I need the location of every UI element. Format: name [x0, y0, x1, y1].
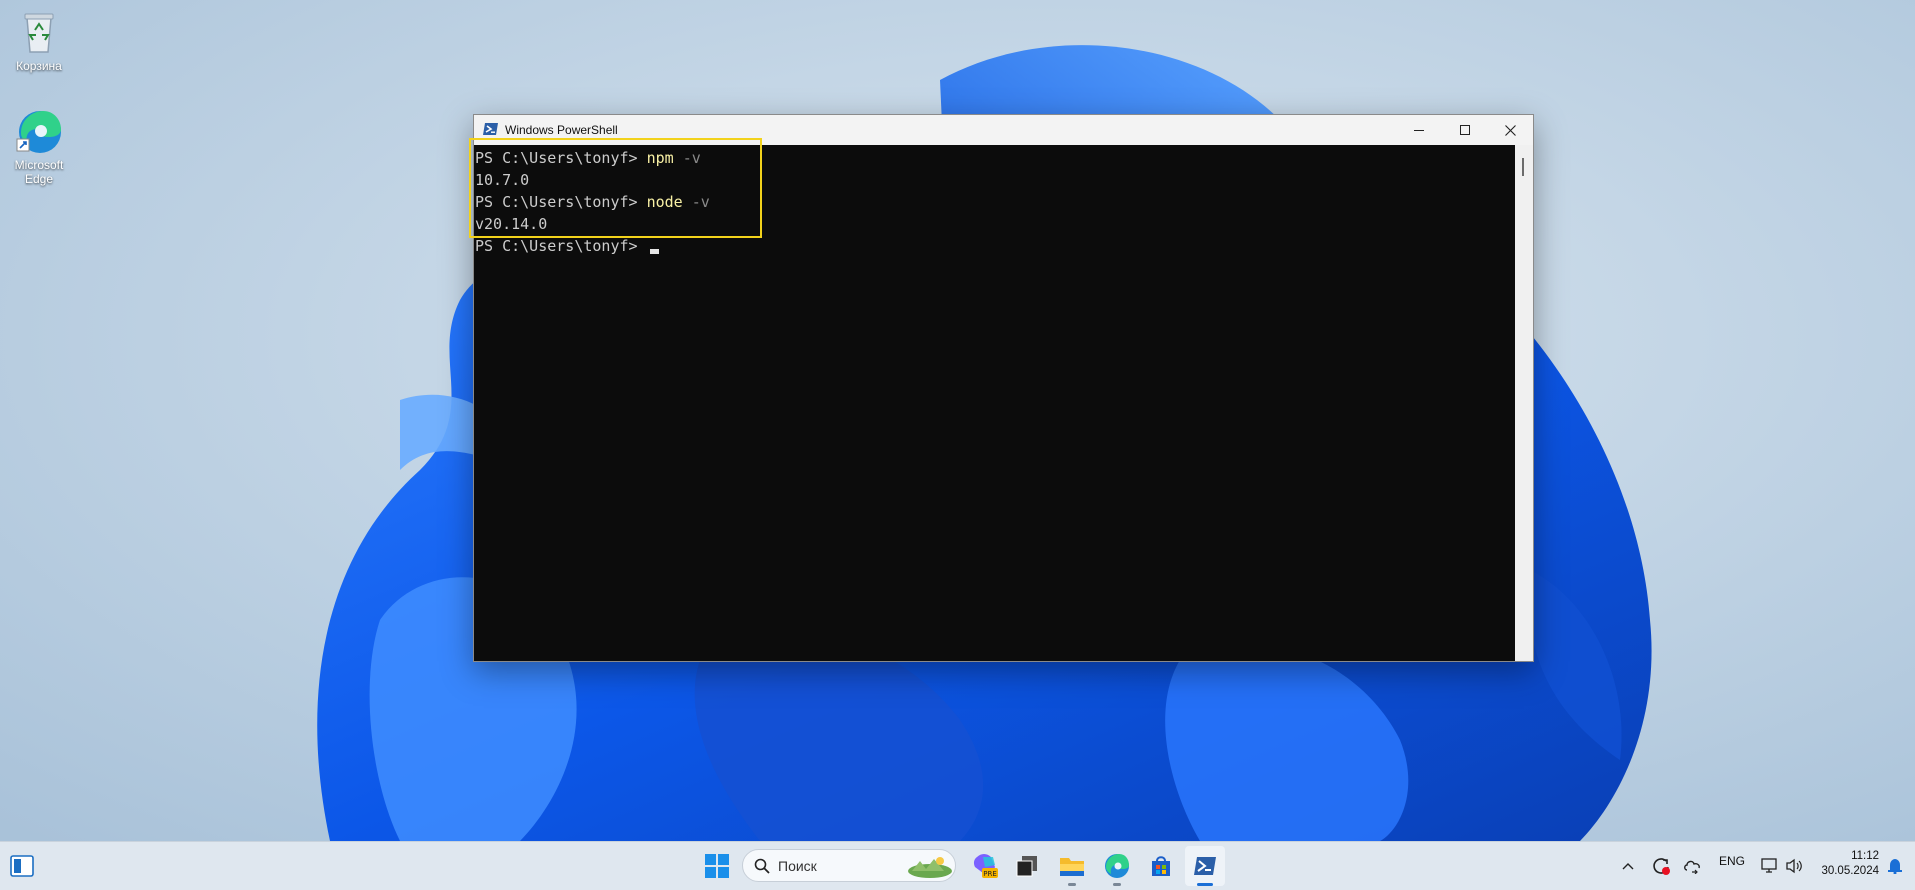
store-button[interactable] — [1141, 846, 1181, 886]
network-sync-icon — [1684, 860, 1700, 874]
notifications-button[interactable] — [1880, 846, 1910, 886]
edge-taskbar-button[interactable] — [1097, 846, 1137, 886]
widgets-button[interactable] — [2, 846, 42, 886]
minimize-button[interactable] — [1396, 115, 1442, 145]
prompt-text: PS C:\Users\tonyf> — [475, 237, 647, 255]
running-indicator — [1113, 883, 1121, 886]
svg-text:PRE: PRE — [983, 870, 997, 878]
powershell-taskbar-button[interactable] — [1185, 846, 1225, 886]
powershell-icon — [1194, 857, 1216, 875]
desktop-icon-label: Корзина — [16, 59, 62, 73]
desktop-icon-edge[interactable]: Microsoft Edge — [0, 107, 78, 186]
search-highlight-icon — [908, 857, 952, 878]
search-placeholder: Поиск — [778, 858, 817, 874]
desktop-icon-recycle-bin[interactable]: Корзина — [0, 8, 78, 73]
window-title: Windows PowerShell — [505, 123, 618, 137]
edge-icon — [15, 107, 63, 155]
taskbar: Поиск PRE ENG 11:12 30.05.2024 — [0, 841, 1915, 890]
copilot-button[interactable]: PRE — [965, 846, 1005, 886]
volume-icon — [1786, 858, 1802, 874]
close-icon — [1504, 124, 1516, 136]
powershell-icon — [483, 123, 498, 135]
chevron-up-icon — [1622, 863, 1634, 870]
task-view-button[interactable] — [1007, 846, 1047, 886]
show-hidden-icons-button[interactable] — [1610, 846, 1646, 886]
vertical-scrollbar[interactable] — [1515, 145, 1533, 661]
search-icon — [754, 858, 770, 874]
running-indicator — [1068, 883, 1076, 886]
maximize-button[interactable] — [1442, 115, 1488, 145]
store-icon — [1152, 856, 1170, 876]
maximize-icon — [1460, 125, 1470, 135]
close-button[interactable] — [1487, 115, 1533, 145]
file-explorer-icon — [1060, 858, 1084, 876]
copilot-icon: PRE — [973, 854, 998, 878]
minimize-icon — [1414, 130, 1424, 131]
clock-date: 30.05.2024 — [1821, 865, 1879, 877]
console-line: PS C:\Users\tonyf> — [475, 235, 659, 257]
clock-time: 11:12 — [1851, 850, 1879, 862]
bell-icon — [1888, 859, 1902, 874]
taskbar-search[interactable]: Поиск — [742, 849, 956, 882]
tray-update-button[interactable] — [1643, 846, 1679, 886]
active-indicator — [1197, 883, 1213, 886]
tray-onedrive-button[interactable] — [1675, 846, 1711, 886]
edge-icon — [1105, 854, 1129, 878]
task-view-icon — [1016, 856, 1037, 877]
scrollbar-thumb[interactable] — [1522, 158, 1524, 176]
widgets-icon — [10, 855, 34, 877]
start-icon — [705, 854, 729, 878]
recycle-bin-icon — [15, 8, 63, 56]
highlight-box — [469, 138, 762, 238]
language-indicator[interactable]: ENG — [1719, 854, 1745, 868]
sync-alert-icon — [1653, 858, 1670, 875]
start-button[interactable] — [697, 846, 737, 886]
desktop-icon-label: Microsoft Edge — [14, 158, 64, 186]
clock[interactable]: 11:12 30.05.2024 — [1815, 849, 1879, 879]
volume-button[interactable] — [1776, 846, 1812, 886]
file-explorer-button[interactable] — [1052, 846, 1092, 886]
text-cursor — [649, 249, 659, 254]
